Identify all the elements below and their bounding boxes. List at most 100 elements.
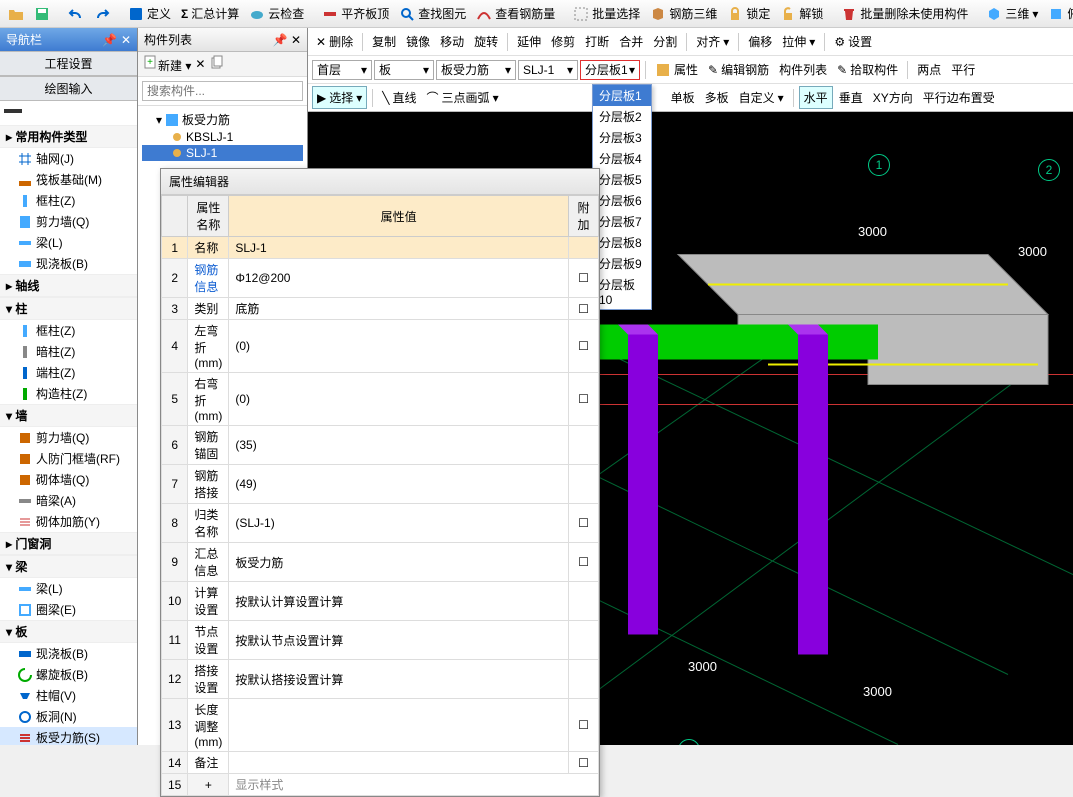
property-row[interactable]: 4左弯折(mm)(0)☐: [162, 320, 599, 373]
nav-group-column[interactable]: ▾ 柱: [0, 297, 137, 320]
dropdown-item[interactable]: 分层板5: [593, 169, 651, 190]
nav-item-framecol[interactable]: 框柱(Z): [0, 190, 137, 211]
rotate-button[interactable]: 旋转: [470, 31, 502, 52]
tree-item-kbslj1[interactable]: KBSLJ-1: [142, 129, 303, 145]
undo-icon[interactable]: [64, 4, 88, 24]
tab-draw-input[interactable]: 绘图输入: [0, 76, 137, 101]
sum-calc-button[interactable]: Σ 汇总计算: [177, 3, 243, 24]
nav-group-slab[interactable]: ▾ 板: [0, 620, 137, 643]
line-tool-button[interactable]: ╲ 直线: [378, 87, 420, 108]
nav-item-masonry[interactable]: 砌体墙(Q): [0, 469, 137, 490]
find-element-button[interactable]: 查找图元: [395, 3, 470, 24]
pick-component-button[interactable]: ✎ 拾取构件: [833, 59, 902, 80]
dropdown-item[interactable]: 分层板2: [593, 106, 651, 127]
dropdown-item[interactable]: 分层板3: [593, 127, 651, 148]
pin-icon[interactable]: 📌: [273, 33, 288, 47]
nav-item-shearwall2[interactable]: 剪力墙(Q): [0, 427, 137, 448]
nav-item-spiralslab[interactable]: 螺旋板(B): [0, 664, 137, 685]
nav-item-framecol2[interactable]: 框柱(Z): [0, 320, 137, 341]
nav-item-colcap[interactable]: 柱帽(V): [0, 685, 137, 706]
view-rebar-button[interactable]: 查看钢筋量: [472, 3, 559, 24]
open-icon[interactable]: [4, 4, 28, 24]
edit-rebar-button[interactable]: ✎ 编辑钢筋: [704, 59, 773, 80]
category-select[interactable]: 板 ▾: [374, 60, 434, 80]
nav-group-beam[interactable]: ▾ 梁: [0, 555, 137, 578]
property-expand-row[interactable]: 15+显示样式: [162, 774, 599, 796]
stretch-button[interactable]: 拉伸 ▾: [778, 31, 819, 52]
layer-select[interactable]: 分层板1 ▾: [580, 60, 640, 80]
tree-item-slj1[interactable]: SLJ-1: [142, 145, 303, 161]
copy-component-icon[interactable]: [209, 55, 225, 74]
cloud-check-button[interactable]: 云检查: [245, 3, 308, 24]
mirror-button[interactable]: 镜像: [402, 31, 434, 52]
nav-group-wall[interactable]: ▾ 墙: [0, 404, 137, 427]
nav-item-slabrebar[interactable]: 板受力筋(S): [0, 727, 137, 745]
define-button[interactable]: 定义: [124, 3, 175, 24]
select-tool-button[interactable]: ▶ 选择 ▾: [312, 86, 367, 109]
copy-button[interactable]: 复制: [368, 31, 400, 52]
close-icon[interactable]: ✕: [291, 33, 301, 47]
dropdown-item[interactable]: 分层板4: [593, 148, 651, 169]
property-row[interactable]: 5右弯折(mm)(0)☐: [162, 373, 599, 426]
unlock-button[interactable]: 解锁: [776, 3, 827, 24]
dropdown-item[interactable]: 分层板10: [593, 274, 651, 309]
new-component-button[interactable]: +新建 ▾: [142, 54, 191, 74]
split-button[interactable]: 分割: [649, 31, 681, 52]
component-search-input[interactable]: [142, 81, 303, 101]
dropdown-item[interactable]: 分层板6: [593, 190, 651, 211]
property-row[interactable]: 12搭接设置按默认搭接设置计算: [162, 660, 599, 699]
close-icon[interactable]: ✕: [121, 33, 131, 47]
xy-direction-button[interactable]: XY方向: [869, 87, 917, 108]
dropdown-item[interactable]: 分层板8: [593, 232, 651, 253]
nav-item-rfframe[interactable]: 人防门框墙(RF): [0, 448, 137, 469]
dropdown-item[interactable]: 分层板7: [593, 211, 651, 232]
nav-item-beam2[interactable]: 梁(L): [0, 578, 137, 599]
batch-select-button[interactable]: 批量选择: [569, 3, 644, 24]
top-view-button[interactable]: 俯视: [1044, 3, 1073, 24]
nav-item-shearwall[interactable]: 剪力墙(Q): [0, 211, 137, 232]
rebar-3d-button[interactable]: 钢筋三维: [646, 3, 721, 24]
trim-button[interactable]: 修剪: [547, 31, 579, 52]
nav-item-ringbeam[interactable]: 圈梁(E): [0, 599, 137, 620]
delete-button[interactable]: ✕ 删除: [312, 31, 357, 52]
attribute-button[interactable]: 属性: [651, 59, 702, 80]
offset-button[interactable]: 偏移: [744, 31, 776, 52]
property-row[interactable]: 6钢筋锚固(35): [162, 426, 599, 465]
lock-button[interactable]: 锁定: [723, 3, 774, 24]
property-row[interactable]: 13长度调整(mm)☐: [162, 699, 599, 752]
property-row[interactable]: 11节点设置按默认节点设置计算: [162, 621, 599, 660]
property-row[interactable]: 3类别底筋☐: [162, 298, 599, 320]
custom-button[interactable]: 自定义 ▾: [735, 87, 788, 108]
single-slab-button[interactable]: 单板: [667, 87, 699, 108]
type-select[interactable]: 板受力筋 ▾: [436, 60, 516, 80]
nav-item-axisnet[interactable]: 轴网(J): [0, 148, 137, 169]
delete-component-icon[interactable]: ✕: [195, 57, 205, 71]
nav-item-hiddenbeam[interactable]: 暗梁(A): [0, 490, 137, 511]
dropdown-item[interactable]: 分层板1: [593, 85, 651, 106]
break-button[interactable]: 打断: [581, 31, 613, 52]
align-button[interactable]: 对齐 ▾: [692, 31, 733, 52]
extend-button[interactable]: 延伸: [513, 31, 545, 52]
arc-tool-button[interactable]: ⌒ 三点画弧 ▾: [423, 87, 503, 108]
save-icon[interactable]: [30, 4, 54, 24]
multi-slab-button[interactable]: 多板: [701, 87, 733, 108]
nav-item-endcol[interactable]: 端柱(Z): [0, 362, 137, 383]
tab-project-settings[interactable]: 工程设置: [0, 51, 137, 76]
property-row[interactable]: 10计算设置按默认计算设置计算: [162, 582, 599, 621]
property-row[interactable]: 9汇总信息板受力筋☐: [162, 543, 599, 582]
property-row[interactable]: 14备注☐: [162, 752, 599, 774]
nav-item-hiddencol[interactable]: 暗柱(Z): [0, 341, 137, 362]
settings-button[interactable]: ⚙ 设置: [830, 31, 876, 52]
parallel-button[interactable]: 平行: [947, 59, 979, 80]
nav-group-common[interactable]: ▸ 常用构件类型: [0, 125, 137, 148]
edge-layout-button[interactable]: 平行边布置受: [919, 87, 999, 108]
property-row[interactable]: 1名称SLJ-1: [162, 237, 599, 259]
nav-item-castslab2[interactable]: 现浇板(B): [0, 643, 137, 664]
nav-item-structcol[interactable]: 构造柱(Z): [0, 383, 137, 404]
batch-delete-button[interactable]: 批量删除未使用构件: [837, 3, 972, 24]
horizontal-button[interactable]: 水平: [799, 86, 833, 109]
tree-root[interactable]: ▾ 板受力筋: [142, 110, 303, 129]
nav-group-opening[interactable]: ▸ 门窗洞: [0, 532, 137, 555]
vertical-button[interactable]: 垂直: [835, 87, 867, 108]
redo-icon[interactable]: [90, 4, 114, 24]
